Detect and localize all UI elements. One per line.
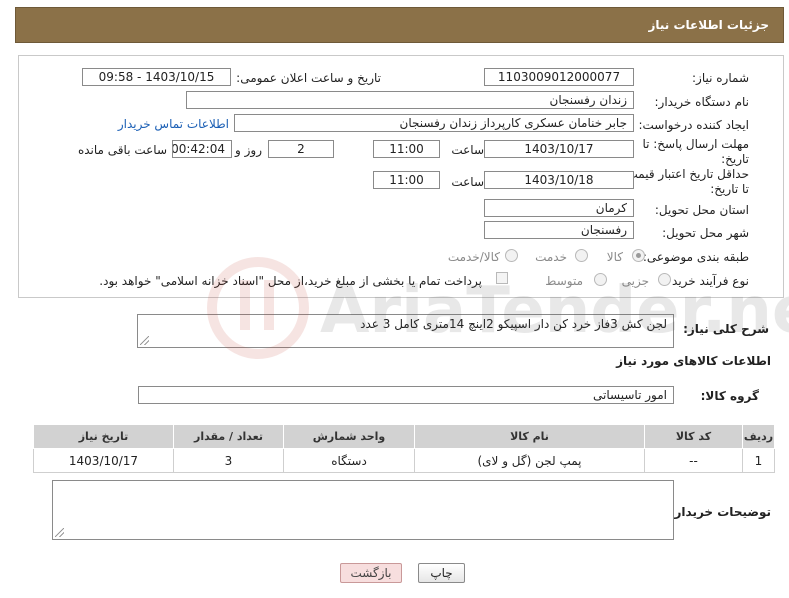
category-goods-service-label: کالا/خدمت bbox=[447, 250, 500, 264]
resize-grip-icon[interactable] bbox=[140, 336, 149, 345]
treasury-payment-checkbox[interactable] bbox=[496, 272, 508, 284]
category-service-label: خدمت bbox=[535, 250, 567, 264]
col-header-item-name: نام کالا bbox=[414, 424, 645, 449]
goods-section-title: اطلاعات کالاهای مورد نیاز bbox=[616, 354, 771, 368]
cell-quantity: 3 bbox=[173, 448, 284, 473]
cell-need-date: 1403/10/17 bbox=[33, 448, 174, 473]
creator-label: ایجاد کننده درخواست: bbox=[638, 118, 749, 132]
col-header-unit: واحد شمارش bbox=[283, 424, 415, 449]
goods-group-label: گروه کالا: bbox=[700, 389, 759, 403]
reply-date-field: 1403/10/17 bbox=[484, 140, 634, 158]
page-title: جزئیات اطلاعات نیاز bbox=[648, 18, 769, 32]
province-label: استان محل تحویل: bbox=[654, 203, 749, 217]
buyer-org-label: نام دستگاه خریدار: bbox=[654, 95, 750, 109]
buyer-org-field: زندان رفسنجان bbox=[186, 91, 634, 109]
category-goods-service-radio[interactable] bbox=[505, 249, 518, 262]
price-validity-time-field: 11:00 bbox=[373, 171, 440, 189]
category-goods-radio[interactable] bbox=[632, 249, 645, 262]
description-textarea: لجن کش 3فاز خرد کن دار اسپیکو 2اینچ 14مت… bbox=[137, 314, 674, 348]
goods-group-field: امور تاسیساتی bbox=[138, 386, 674, 404]
process-minor-label: جزیی bbox=[621, 274, 649, 288]
announce-datetime-label: تاریخ و ساعت اعلان عمومی: bbox=[236, 71, 381, 85]
page-header: جزئیات اطلاعات نیاز bbox=[15, 7, 784, 43]
back-button[interactable]: بازگشت bbox=[340, 563, 402, 583]
creator-field: جابر خنامان عسکری کارپرداز زندان رفسنجان bbox=[234, 114, 634, 132]
price-validity-time-label: ساعت bbox=[451, 175, 484, 189]
process-medium-radio[interactable] bbox=[594, 273, 607, 286]
reply-time-field: 11:00 bbox=[373, 140, 440, 158]
table-header-row: ردیف کد کالا نام کالا واحد شمارش تعداد /… bbox=[33, 424, 775, 449]
col-header-need-date: تاریخ نیاز bbox=[33, 424, 174, 449]
days-label: روز و bbox=[235, 143, 262, 157]
col-header-quantity: تعداد / مقدار bbox=[173, 424, 284, 449]
purchase-process-label: نوع فرآیند خرید : bbox=[664, 274, 749, 288]
table-row: 1 -- پمپ لجن (گل و لای) دستگاه 3 1403/10… bbox=[33, 448, 775, 473]
need-number-field: 1103009012000077 bbox=[484, 68, 634, 86]
category-label: طبقه بندی موضوعی: bbox=[642, 250, 749, 264]
cell-item-name: پمپ لجن (گل و لای) bbox=[414, 448, 645, 473]
announce-datetime-field: 1403/10/15 - 09:58 bbox=[82, 68, 231, 86]
city-field: رفسنجان bbox=[484, 221, 634, 239]
days-remaining-field: 2 bbox=[268, 140, 334, 158]
province-field: کرمان bbox=[484, 199, 634, 217]
process-minor-radio[interactable] bbox=[658, 273, 671, 286]
cell-item-code: -- bbox=[644, 448, 743, 473]
buyer-notes-label: توضیحات خریدار: bbox=[669, 505, 771, 519]
buyer-contact-link[interactable]: اطلاعات تماس خریدار bbox=[118, 117, 229, 131]
reply-time-label: ساعت bbox=[451, 143, 484, 157]
price-validity-date-field: 1403/10/18 bbox=[484, 171, 634, 189]
need-number-label: شماره نیاز: bbox=[692, 71, 749, 85]
cell-row-number: 1 bbox=[742, 448, 775, 473]
resize-grip-icon[interactable] bbox=[55, 528, 64, 537]
description-label: شرح کلی نیاز: bbox=[683, 322, 769, 336]
treasury-payment-note: پرداخت تمام یا بخشی از مبلغ خرید،از محل … bbox=[99, 274, 482, 288]
goods-table: ردیف کد کالا نام کالا واحد شمارش تعداد /… bbox=[33, 424, 775, 473]
remaining-time-label: ساعت باقی مانده bbox=[77, 143, 167, 157]
category-service-radio[interactable] bbox=[575, 249, 588, 262]
reply-deadline-label: مهلت ارسال پاسخ: تا تاریخ: bbox=[642, 137, 749, 166]
city-label: شهر محل تحویل: bbox=[662, 226, 749, 240]
print-button[interactable]: چاپ bbox=[418, 563, 465, 583]
cell-unit: دستگاه bbox=[283, 448, 415, 473]
process-medium-label: متوسط bbox=[545, 274, 583, 288]
category-goods-label: کالا bbox=[606, 250, 623, 264]
price-validity-label: حداقل تاریخ اعتبار قیمت: تا تاریخ: bbox=[622, 167, 749, 196]
col-header-row-number: ردیف bbox=[742, 424, 775, 449]
buyer-notes-textarea[interactable] bbox=[52, 480, 674, 540]
remaining-time-field: 00:42:04 bbox=[172, 140, 232, 158]
description-text: لجن کش 3فاز خرد کن دار اسپیکو 2اینچ 14مت… bbox=[360, 317, 667, 331]
col-header-item-code: کد کالا bbox=[644, 424, 743, 449]
